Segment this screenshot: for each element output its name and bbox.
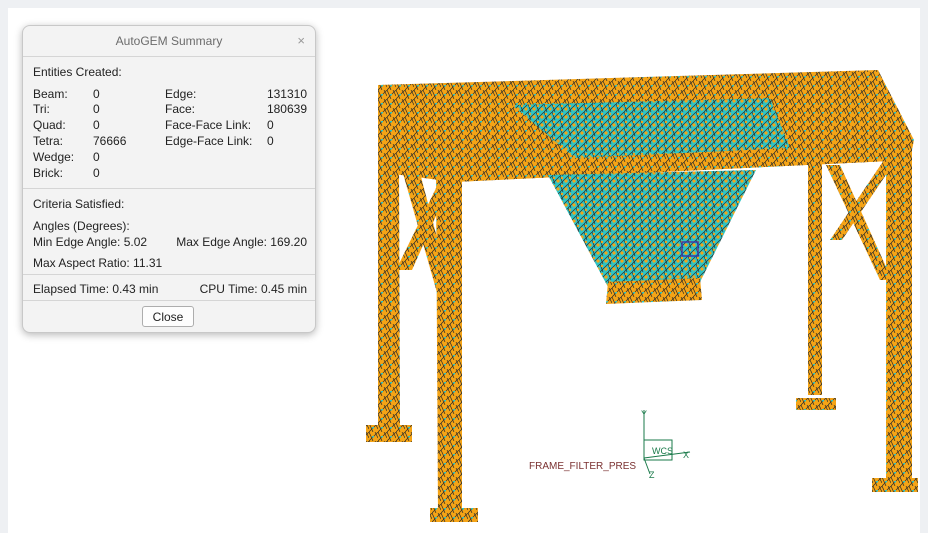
csys-label: WCS (652, 446, 673, 456)
angles-label: Angles (Degrees): (33, 219, 130, 233)
axis-y-label: Y (641, 409, 647, 419)
front-middle-foot (430, 508, 478, 522)
quad-label: Quad: (33, 118, 66, 132)
right-brace-1 (826, 165, 892, 280)
edge-face-link-label: Edge-Face Link: (165, 134, 253, 148)
divider (23, 300, 315, 301)
front-left-foot (366, 425, 412, 442)
edge-label: Edge: (165, 87, 197, 101)
axis-z-label: Z (649, 470, 655, 480)
hopper-body (548, 170, 756, 287)
front-left-leg (378, 160, 400, 430)
quad-value: 0 (93, 118, 100, 132)
hopper-outlet (606, 278, 702, 304)
max-edge-angle: Max Edge Angle: 169.20 (176, 235, 307, 249)
divider (23, 56, 315, 57)
divider (23, 188, 315, 189)
face-face-link-value: 0 (267, 118, 274, 132)
elapsed-time: Elapsed Time: 0.43 min (33, 282, 159, 296)
criteria-header: Criteria Satisfied: (33, 197, 125, 211)
cpu-time: CPU Time: 0.45 min (199, 282, 307, 296)
brick-value: 0 (93, 166, 100, 180)
entities-header: Entities Created: (33, 65, 122, 79)
beam-value: 0 (93, 87, 100, 101)
model-name-label: FRAME_FILTER_PRES (529, 461, 636, 472)
tri-value: 0 (93, 102, 100, 116)
front-middle-leg (436, 175, 462, 515)
edge-face-link-value: 0 (267, 134, 274, 148)
max-aspect-ratio: Max Aspect Ratio: 11.31 (33, 256, 163, 270)
face-value: 180639 (266, 102, 307, 116)
min-edge-angle: Min Edge Angle: 5.02 (33, 235, 148, 249)
back-right-foot (796, 398, 836, 410)
front-right-foot (872, 478, 918, 492)
brick-label: Brick: (33, 166, 63, 180)
tetra-label: Tetra: (33, 134, 64, 148)
front-right-leg (886, 150, 912, 485)
back-right-leg (808, 160, 822, 395)
face-label: Face: (165, 102, 196, 116)
autogem-summary-dialog: AutoGEM Summary × Entities Created: Beam… (22, 25, 316, 333)
axis-x-label: X (683, 450, 689, 460)
dialog-title: AutoGEM Summary (115, 34, 223, 48)
edge-value: 131310 (266, 87, 307, 101)
divider (23, 274, 315, 275)
face-face-link-label: Face-Face Link: (165, 118, 252, 132)
close-button[interactable]: Close (142, 306, 194, 327)
close-icon[interactable]: × (297, 26, 305, 56)
tetra-value: 76666 (93, 134, 127, 148)
beam-label: Beam: (33, 87, 68, 101)
wedge-label: Wedge: (33, 150, 75, 164)
tri-label: Tri: (33, 102, 50, 116)
wedge-value: 0 (93, 150, 100, 164)
